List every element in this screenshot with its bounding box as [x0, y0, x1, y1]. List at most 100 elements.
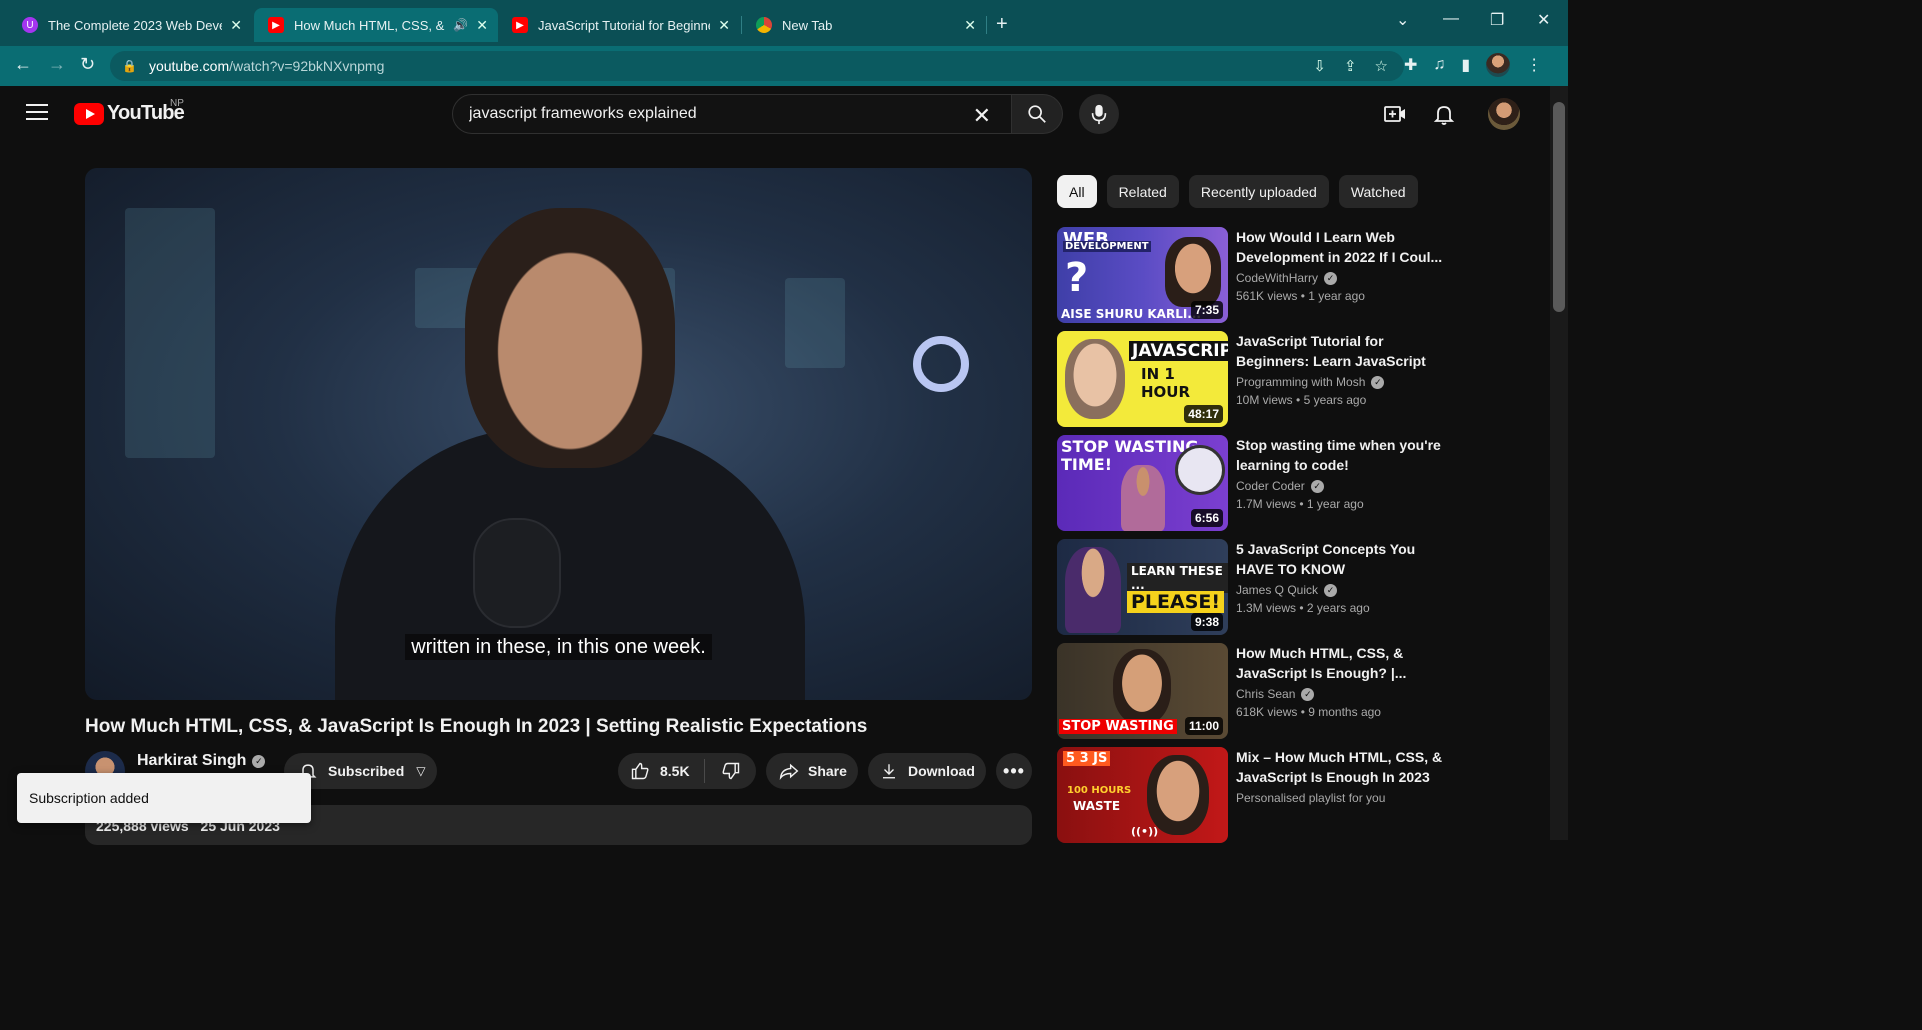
video-thumbnail[interactable]: LEARN THESE ... PLEASE! 9:38	[1057, 539, 1228, 635]
lock-icon[interactable]: 🔒	[122, 59, 137, 73]
recommendation-channel[interactable]: Programming with Mosh ✓	[1236, 375, 1446, 389]
url-path: /watch?v=92bkNXvnpmg	[229, 58, 385, 74]
recommendation-item[interactable]: STOP WASTING 11:00 How Much HTML, CSS, &…	[1057, 643, 1457, 739]
video-duration: 48:17	[1184, 405, 1223, 423]
youtube-logo[interactable]: YouTube NP	[74, 98, 185, 125]
thumbnail-person	[1121, 465, 1165, 531]
tab-separator	[986, 16, 987, 34]
thumbnail-person	[1065, 339, 1125, 419]
close-icon[interactable]: ✕	[476, 17, 488, 34]
recommendation-channel[interactable]: James Q Quick ✓	[1236, 583, 1446, 597]
scrollbar-thumb[interactable]	[1553, 102, 1565, 312]
video-thumbnail[interactable]: STOP WASTING 11:00	[1057, 643, 1228, 739]
window-close-icon[interactable]: ✕	[1537, 10, 1550, 30]
more-horizontal-icon: •••	[1003, 760, 1025, 781]
media-control-icon[interactable]: ♫	[1433, 56, 1445, 74]
recommendation-title[interactable]: JavaScript Tutorial for Beginners: Learn…	[1236, 331, 1446, 371]
video-thumbnail[interactable]: JAVASCRIPT IN 1 HOUR 48:17	[1057, 331, 1228, 427]
channel-name[interactable]: Harkirat Singh ✓	[137, 752, 266, 770]
recommendation-channel[interactable]: Chris Sean ✓	[1236, 687, 1446, 701]
recommendation-title[interactable]: How Much HTML, CSS, & JavaScript Is Enou…	[1236, 643, 1446, 683]
voice-search-button[interactable]	[1079, 94, 1119, 134]
recommendation-title[interactable]: Stop wasting time when you're learning t…	[1236, 435, 1446, 475]
tab-search-chevron-icon[interactable]: ⌄	[1396, 10, 1409, 30]
close-icon[interactable]: ✕	[230, 17, 242, 34]
thumbnail-clock	[1175, 445, 1225, 495]
background-ring-light	[913, 336, 969, 392]
recommendation-title[interactable]: 5 JavaScript Concepts You HAVE TO KNOW	[1236, 539, 1446, 579]
chip-watched[interactable]: Watched	[1338, 175, 1418, 208]
like-button[interactable]: 8.5K	[618, 761, 704, 781]
recommendation-meta: 10M views • 5 years ago	[1236, 393, 1367, 407]
thumbs-down-icon	[722, 762, 739, 780]
verified-check-icon: ✓	[252, 754, 266, 768]
thumbnail-person	[1147, 755, 1209, 835]
thumbnail-text: STOP WASTING	[1059, 719, 1177, 734]
tab-youtube-active[interactable]: ▶ How Much HTML, CSS, & Jav 🔊 ✕	[254, 8, 498, 42]
address-bar[interactable]: 🔒 youtube.com/watch?v=92bkNXvnpmg ⇩ ⇪ ☆	[110, 51, 1404, 81]
recommendation-title[interactable]: Mix – How Much HTML, CSS, & JavaScript I…	[1236, 747, 1446, 787]
bookmark-star-icon[interactable]: ☆	[1375, 57, 1388, 75]
extensions-puzzle-icon[interactable]: ✚	[1404, 55, 1417, 75]
download-button[interactable]: Download	[868, 753, 986, 789]
tab-new-tab[interactable]: New Tab ✕	[742, 8, 986, 42]
recommendation-channel[interactable]: Coder Coder ✓	[1236, 479, 1446, 493]
thumbnail-text: STOP WASTING	[1061, 437, 1199, 456]
recommendation-item[interactable]: LEARN THESE ... PLEASE! 9:38 5 JavaScrip…	[1057, 539, 1457, 635]
search-input[interactable]	[469, 105, 949, 123]
page-scrollbar[interactable]	[1550, 86, 1568, 840]
close-icon[interactable]: ✕	[718, 17, 730, 34]
background-shelf	[125, 208, 215, 458]
more-actions-button[interactable]: •••	[996, 753, 1032, 789]
new-tab-plus-icon[interactable]: +	[996, 13, 1008, 36]
notifications-bell-icon[interactable]	[1432, 102, 1456, 126]
recommendation-channel[interactable]: CodeWithHarry ✓	[1236, 271, 1446, 285]
recommendation-item[interactable]: STOP WASTING TIME! 6:56 Stop wasting tim…	[1057, 435, 1457, 531]
restore-icon[interactable]: ❐	[1490, 10, 1504, 30]
recommendation-item[interactable]: 5 3 JS 100 HOURS WASTE ((•)) Mix – How M…	[1057, 747, 1457, 843]
recommendation-meta: 618K views • 9 months ago	[1236, 705, 1381, 719]
video-thumbnail[interactable]: STOP WASTING TIME! 6:56	[1057, 435, 1228, 531]
browser-menu-icon[interactable]: ⋮	[1526, 55, 1542, 75]
search-button[interactable]	[1011, 94, 1063, 134]
video-title: How Much HTML, CSS, & JavaScript Is Enou…	[85, 716, 868, 737]
tab-udemy[interactable]: U The Complete 2023 Web Develop ✕	[8, 8, 252, 42]
video-caption: written in these, in this one week.	[85, 634, 1032, 660]
forward-arrow-icon[interactable]: →	[48, 54, 66, 75]
share-button[interactable]: Share	[766, 753, 858, 789]
chip-all[interactable]: All	[1057, 175, 1097, 208]
recommendation-channel: Personalised playlist for you	[1236, 791, 1386, 805]
verified-check-icon: ✓	[1324, 583, 1338, 597]
browser-toolbar: ← → ↻ 🔒 youtube.com/watch?v=92bkNXvnpmg …	[0, 46, 1568, 86]
chip-related[interactable]: Related	[1106, 175, 1179, 208]
side-panel-icon[interactable]: ▮	[1461, 55, 1470, 75]
thumbnail-text: LEARN THESE ...	[1127, 563, 1228, 593]
audio-icon[interactable]: 🔊	[453, 18, 468, 32]
reload-icon[interactable]: ↻	[80, 54, 95, 75]
video-player[interactable]: written in these, in this one week.	[85, 168, 1032, 700]
recommendation-meta: 1.7M views • 1 year ago	[1236, 497, 1364, 511]
menu-hamburger-icon[interactable]	[26, 104, 48, 125]
chip-recently-uploaded[interactable]: Recently uploaded	[1188, 175, 1329, 208]
dislike-button[interactable]	[705, 761, 756, 781]
background-shelf	[785, 278, 845, 368]
recommendation-item[interactable]: JAVASCRIPT IN 1 HOUR 48:17 JavaScript Tu…	[1057, 331, 1457, 427]
install-app-icon[interactable]: ⇩	[1313, 57, 1326, 75]
video-thumbnail[interactable]: 5 3 JS 100 HOURS WASTE ((•))	[1057, 747, 1228, 843]
browser-profile-avatar[interactable]	[1486, 53, 1511, 77]
thumbnail-text: 100 HOURS	[1067, 785, 1132, 796]
video-thumbnail[interactable]: WEB DEVELOPMENT ? AISE SHURU KARLI... 7:…	[1057, 227, 1228, 323]
thumbnail-text: 5 3 JS	[1063, 751, 1111, 766]
microphone-icon	[1091, 104, 1107, 125]
recommendation-item[interactable]: WEB DEVELOPMENT ? AISE SHURU KARLI... 7:…	[1057, 227, 1457, 323]
tab-javascript-tutorial[interactable]: ▶ JavaScript Tutorial for Beginners: ✕	[498, 8, 740, 42]
recommendation-meta: 561K views • 1 year ago	[1236, 289, 1365, 303]
back-arrow-icon[interactable]: ←	[14, 54, 32, 75]
minimize-icon[interactable]: —	[1443, 10, 1459, 28]
account-avatar[interactable]	[1488, 98, 1520, 130]
create-video-icon[interactable]	[1383, 102, 1407, 126]
recommendation-title[interactable]: How Would I Learn Web Development in 202…	[1236, 227, 1446, 267]
clear-search-icon[interactable]: ✕	[973, 103, 991, 129]
close-icon[interactable]: ✕	[964, 17, 976, 34]
share-page-icon[interactable]: ⇪	[1344, 57, 1357, 75]
